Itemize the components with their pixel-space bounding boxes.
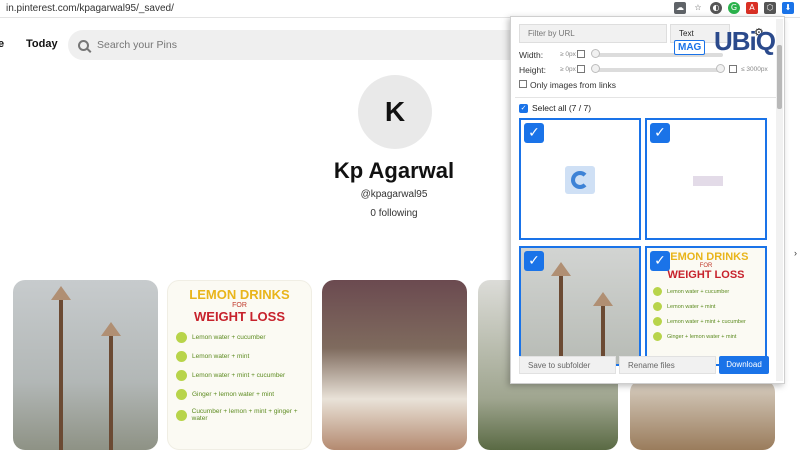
tile-checkbox[interactable]: ✓: [524, 123, 544, 143]
lemon-icon: [176, 332, 187, 343]
pin-for: FOR: [232, 302, 247, 309]
home-link[interactable]: e: [0, 38, 4, 50]
tree-trunk-shape: [59, 300, 63, 450]
height-min-handle[interactable]: [591, 64, 600, 73]
tile-list-text: Lemon water + mint: [667, 303, 716, 310]
tile-list-text: Ginger + lemon water + mint: [667, 333, 737, 340]
width-min-handle[interactable]: [591, 49, 600, 58]
loading-icon: [571, 171, 589, 189]
lemon-icon: [653, 302, 662, 311]
image-tile[interactable]: ✓: [645, 118, 767, 240]
logo-brand: UBiQ: [714, 26, 776, 57]
pin-card-tree[interactable]: [13, 280, 158, 450]
lemon-icon: [176, 389, 187, 400]
lemon-icon: [176, 409, 187, 421]
select-all-label: Select all (7 / 7): [532, 103, 592, 113]
only-links-checkbox[interactable]: [519, 80, 527, 88]
download-extension-icon[interactable]: ⬇: [782, 2, 794, 14]
puzzle-icon[interactable]: ⬡: [764, 2, 776, 14]
star-icon[interactable]: ☆: [692, 2, 704, 14]
profile-name: Kp Agarwal: [333, 158, 455, 183]
tile-list-item: Ginger + lemon water + mint: [653, 332, 765, 341]
search-input[interactable]: [97, 39, 397, 51]
select-all-row[interactable]: ✓ Select all (7 / 7): [519, 103, 591, 113]
height-max-label: ≤ 3000px: [741, 66, 768, 73]
image-tile[interactable]: ✓ LEMON DRINKS FOR WEIGHT LOSS Lemon wat…: [645, 246, 767, 366]
lemon-icon: [176, 351, 187, 362]
lemon-icon: [653, 317, 662, 326]
tree-star-shape: [551, 262, 571, 276]
lemon-icon: [653, 332, 662, 341]
pin-list-item: Ginger + lemon water + mint: [176, 389, 311, 400]
profile-username: @kpagarwal95: [360, 189, 428, 200]
pin-list-text: Lemon water + mint + cucumber: [192, 372, 286, 379]
image-thumbnail: [565, 166, 595, 194]
pin-list-text: Lemon water + mint: [192, 353, 250, 360]
image-tile[interactable]: ✓: [519, 246, 641, 366]
site-logo-watermark: MAG UBiQ: [672, 26, 794, 62]
image-thumbnail: [693, 176, 723, 186]
tree-star-shape: [101, 322, 121, 336]
download-button[interactable]: Download: [719, 356, 769, 374]
pin-list-item: Lemon water + mint: [176, 351, 311, 362]
tile-checkbox[interactable]: ✓: [524, 251, 544, 271]
pin-card-wall-decor[interactable]: [630, 380, 775, 450]
tree-trunk-shape: [109, 336, 113, 450]
height-label: Height:: [519, 65, 546, 75]
filter-url-input[interactable]: [519, 24, 667, 43]
tile-checkbox[interactable]: ✓: [650, 123, 670, 143]
width-min-label: ≥ 0px: [560, 51, 576, 58]
popup-scrollbar[interactable]: [776, 19, 783, 381]
browser-toolbar-icons: ☁ ☆ ◐ G A ⬡ ⬇: [674, 2, 794, 14]
width-min-checkbox[interactable]: [577, 50, 585, 58]
tree-star-shape: [593, 292, 613, 306]
extension-icon[interactable]: ☁: [674, 2, 686, 14]
pin-list-text: Cucumber + lemon + mint + ginger + water: [191, 408, 298, 422]
height-min-label: ≥ 0px: [560, 66, 576, 73]
select-all-checkbox[interactable]: ✓: [519, 103, 528, 113]
height-max-handle[interactable]: [716, 64, 725, 73]
pin-list-text: Lemon water + cucumber: [192, 334, 266, 341]
height-min-checkbox[interactable]: [577, 65, 585, 73]
logo-brand-text: UBiQ: [714, 26, 776, 56]
tile-list-item: Lemon water + cucumber: [653, 287, 765, 296]
search-icon: [78, 39, 89, 51]
following-count[interactable]: 0 following: [294, 208, 494, 219]
only-links-label: Only images from links: [530, 80, 616, 90]
adblock-icon[interactable]: A: [746, 2, 758, 14]
search-bar[interactable]: [68, 30, 528, 60]
pin-list-item: Lemon water + mint + cucumber: [176, 370, 311, 381]
image-tile[interactable]: ✓: [519, 118, 641, 240]
tile-list-item: Lemon water + mint + cucumber: [653, 317, 765, 326]
pin-subtitle: WEIGHT LOSS: [194, 309, 285, 324]
today-link[interactable]: Today: [26, 38, 58, 50]
url-text[interactable]: in.pinterest.com/kpagarwal95/_saved/: [6, 3, 174, 14]
grammarly-icon[interactable]: G: [728, 2, 740, 14]
tree-trunk-shape: [559, 276, 563, 364]
pin-card-patio[interactable]: [322, 280, 467, 450]
extension-icon-2[interactable]: ◐: [710, 2, 722, 14]
save-subfolder-input[interactable]: Save to subfolder: [519, 356, 616, 374]
tile-list-text: Lemon water + mint + cucumber: [667, 318, 746, 325]
image-downloader-popup: Text ⚙ Width: ≥ 0px Height: ≥ 0px ≤ 3000…: [510, 16, 785, 384]
pin-list-item: Cucumber + lemon + mint + ginger + water: [176, 408, 311, 422]
tile-checkbox[interactable]: ✓: [650, 251, 670, 271]
rename-files-input[interactable]: Rename files: [619, 356, 716, 374]
tile-list-text: Lemon water + cucumber: [667, 288, 730, 295]
lemon-icon: [176, 370, 187, 381]
divider: [515, 97, 779, 98]
pin-list-item: Lemon water + cucumber: [176, 332, 311, 343]
logo-mag: MAG: [674, 40, 706, 55]
width-label: Width:: [519, 50, 544, 60]
chevron-right-icon[interactable]: ›: [794, 248, 797, 258]
tree-star-shape: [51, 286, 71, 300]
pin-card-lemon[interactable]: LEMON DRINKS FOR WEIGHT LOSS Lemon water…: [167, 280, 312, 450]
avatar[interactable]: K: [358, 75, 432, 149]
pin-title: LEMON DRINKS: [189, 287, 290, 302]
lemon-icon: [653, 287, 662, 296]
height-slider[interactable]: [593, 68, 723, 72]
tile-list-item: Lemon water + mint: [653, 302, 765, 311]
height-max-checkbox[interactable]: [729, 65, 737, 73]
pin-list-text: Ginger + lemon water + mint: [192, 391, 275, 398]
